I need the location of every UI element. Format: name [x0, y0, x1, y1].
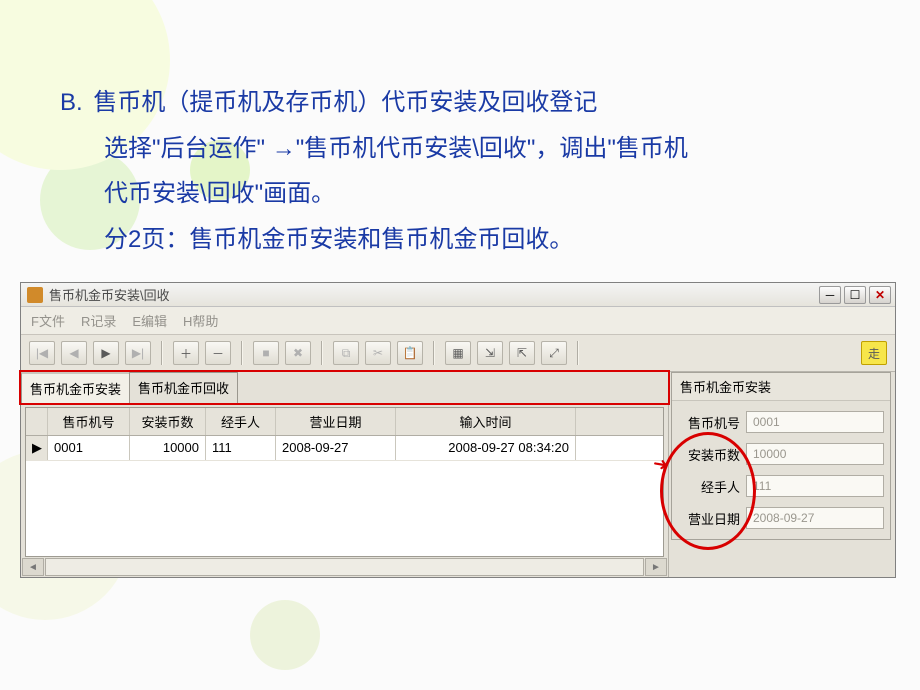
run-button[interactable]: 走: [861, 341, 887, 365]
minus-icon: －: [212, 345, 224, 362]
panel-title: 售币机金币安装: [672, 373, 890, 401]
nav-prev-button[interactable]: ◀: [61, 341, 87, 365]
minimize-button[interactable]: ─: [819, 286, 841, 304]
form-button[interactable]: ▦: [445, 341, 471, 365]
window-title: 售币机金币安装\回收: [49, 285, 819, 304]
menubar: F文件 R记录 E编辑 H帮助: [21, 307, 895, 335]
scroll-left-button[interactable]: ◄: [22, 558, 44, 576]
titlebar: 售币机金币安装\回收 ─ ☐ ✕: [21, 283, 895, 307]
cell-count: 10000: [130, 436, 206, 460]
cell-inputtime: 2008-09-27 08:34:20: [396, 436, 576, 460]
scroll-track[interactable]: [45, 558, 644, 576]
col-handler[interactable]: 经手人: [206, 408, 276, 435]
tab-install[interactable]: 售币机金币安装: [21, 372, 130, 403]
run-icon: 走: [868, 345, 880, 362]
cell-bizdate: 2008-09-27: [276, 436, 396, 460]
app-icon: [27, 287, 43, 303]
minimize-icon: ─: [826, 288, 835, 302]
col-bizdate[interactable]: 营业日期: [276, 408, 396, 435]
input-bizdate[interactable]: 2008-09-27: [746, 507, 884, 529]
tab-recover[interactable]: 售币机金币回收: [129, 372, 238, 403]
row-header-corner: [26, 408, 48, 435]
tab-bar: 售币机金币安装 售币机金币回收: [21, 372, 668, 403]
body-line-2: 选择"后台运作" →"售币机代币安装\回收"，调出"售币机: [104, 126, 860, 172]
stop-icon: ■: [262, 346, 269, 360]
remove-button[interactable]: －: [205, 341, 231, 365]
app-window: 售币机金币安装\回收 ─ ☐ ✕ F文件 R记录 E编辑 H帮助 |◀ ◀ ▶ …: [20, 282, 896, 578]
row-indicator: ▶: [26, 436, 48, 460]
grid-header: 售币机号 安装币数 经手人 营业日期 输入时间: [26, 408, 663, 436]
stop-button[interactable]: ■: [253, 341, 279, 365]
col-inputtime[interactable]: 输入时间: [396, 408, 576, 435]
copy-icon: ⧉: [342, 346, 351, 361]
body-line-3: 代币安装\回收"画面。: [104, 171, 860, 217]
nav-last-icon: ▶|: [132, 346, 144, 360]
cell-handler: 111: [206, 436, 276, 460]
paste-icon: 📋: [403, 346, 418, 360]
cut-icon: ✂: [373, 346, 383, 360]
grid-scrollbar[interactable]: ◄ ►: [21, 557, 668, 577]
label-bizdate: 营业日期: [678, 509, 740, 528]
col-machine[interactable]: 售币机号: [48, 408, 130, 435]
menu-file[interactable]: F文件: [31, 311, 65, 330]
input-machine[interactable]: 0001: [746, 411, 884, 433]
menu-record[interactable]: R记录: [81, 311, 116, 330]
nav-first-button[interactable]: |◀: [29, 341, 55, 365]
input-count[interactable]: 10000: [746, 443, 884, 465]
col-count[interactable]: 安装币数: [130, 408, 206, 435]
cut-button[interactable]: ✂: [365, 341, 391, 365]
add-button[interactable]: ＋: [173, 341, 199, 365]
detail-panel: 售币机金币安装 售币机号 0001 安装币数 10000 经手人 111 营业日…: [671, 372, 891, 540]
label-machine: 售币机号: [678, 413, 740, 432]
heading-line-1: 售币机（提币机及存币机）代币安装及回收登记: [93, 89, 597, 116]
list-marker: B.: [60, 89, 83, 116]
nav-prev-icon: ◀: [69, 346, 78, 360]
menu-help[interactable]: H帮助: [183, 311, 218, 330]
nav-next-icon: ▶: [101, 346, 110, 360]
cancel-icon: ✖: [293, 346, 303, 360]
cell-machine: 0001: [48, 436, 130, 460]
table-row[interactable]: ▶ 0001 10000 111 2008-09-27 2008-09-27 0…: [26, 436, 663, 461]
data-grid[interactable]: 售币机号 安装币数 经手人 营业日期 输入时间 ▶ 0001 10000 111…: [25, 407, 664, 557]
import-button[interactable]: ⇱: [509, 341, 535, 365]
copy-button[interactable]: ⧉: [333, 341, 359, 365]
toolbar: |◀ ◀ ▶ ▶| ＋ － ■ ✖ ⧉ ✂ 📋 ▦ ⇲ ⇱ ⤢ 走: [21, 335, 895, 372]
expand-icon: ⤢: [549, 346, 559, 361]
maximize-icon: ☐: [850, 288, 861, 302]
left-pane: 售币机金币安装 售币机金币回收 售币机号 安装币数 经手人 营业日期 输入时间 …: [21, 372, 669, 577]
body-line-4: 分2页：售币机金币安装和售币机金币回收。: [104, 217, 860, 263]
label-handler: 经手人: [678, 477, 740, 496]
form-icon: ▦: [452, 346, 463, 360]
label-count: 安装币数: [678, 445, 740, 464]
nav-last-button[interactable]: ▶|: [125, 341, 151, 365]
paste-button[interactable]: 📋: [397, 341, 423, 365]
import-icon: ⇱: [517, 346, 527, 360]
menu-edit[interactable]: E编辑: [132, 311, 167, 330]
export-icon: ⇲: [485, 346, 495, 360]
export-button[interactable]: ⇲: [477, 341, 503, 365]
nav-first-icon: |◀: [36, 346, 48, 360]
scroll-right-button[interactable]: ►: [645, 558, 667, 576]
plus-icon: ＋: [180, 345, 192, 362]
expand-button[interactable]: ⤢: [541, 341, 567, 365]
input-handler[interactable]: 111: [746, 475, 884, 497]
close-icon: ✕: [875, 288, 885, 302]
cancel-button[interactable]: ✖: [285, 341, 311, 365]
maximize-button[interactable]: ☐: [844, 286, 866, 304]
close-button[interactable]: ✕: [869, 286, 891, 304]
slide-body: B. 售币机（提币机及存币机）代币安装及回收登记 选择"后台运作" →"售币机代…: [0, 0, 920, 262]
nav-next-button[interactable]: ▶: [93, 341, 119, 365]
